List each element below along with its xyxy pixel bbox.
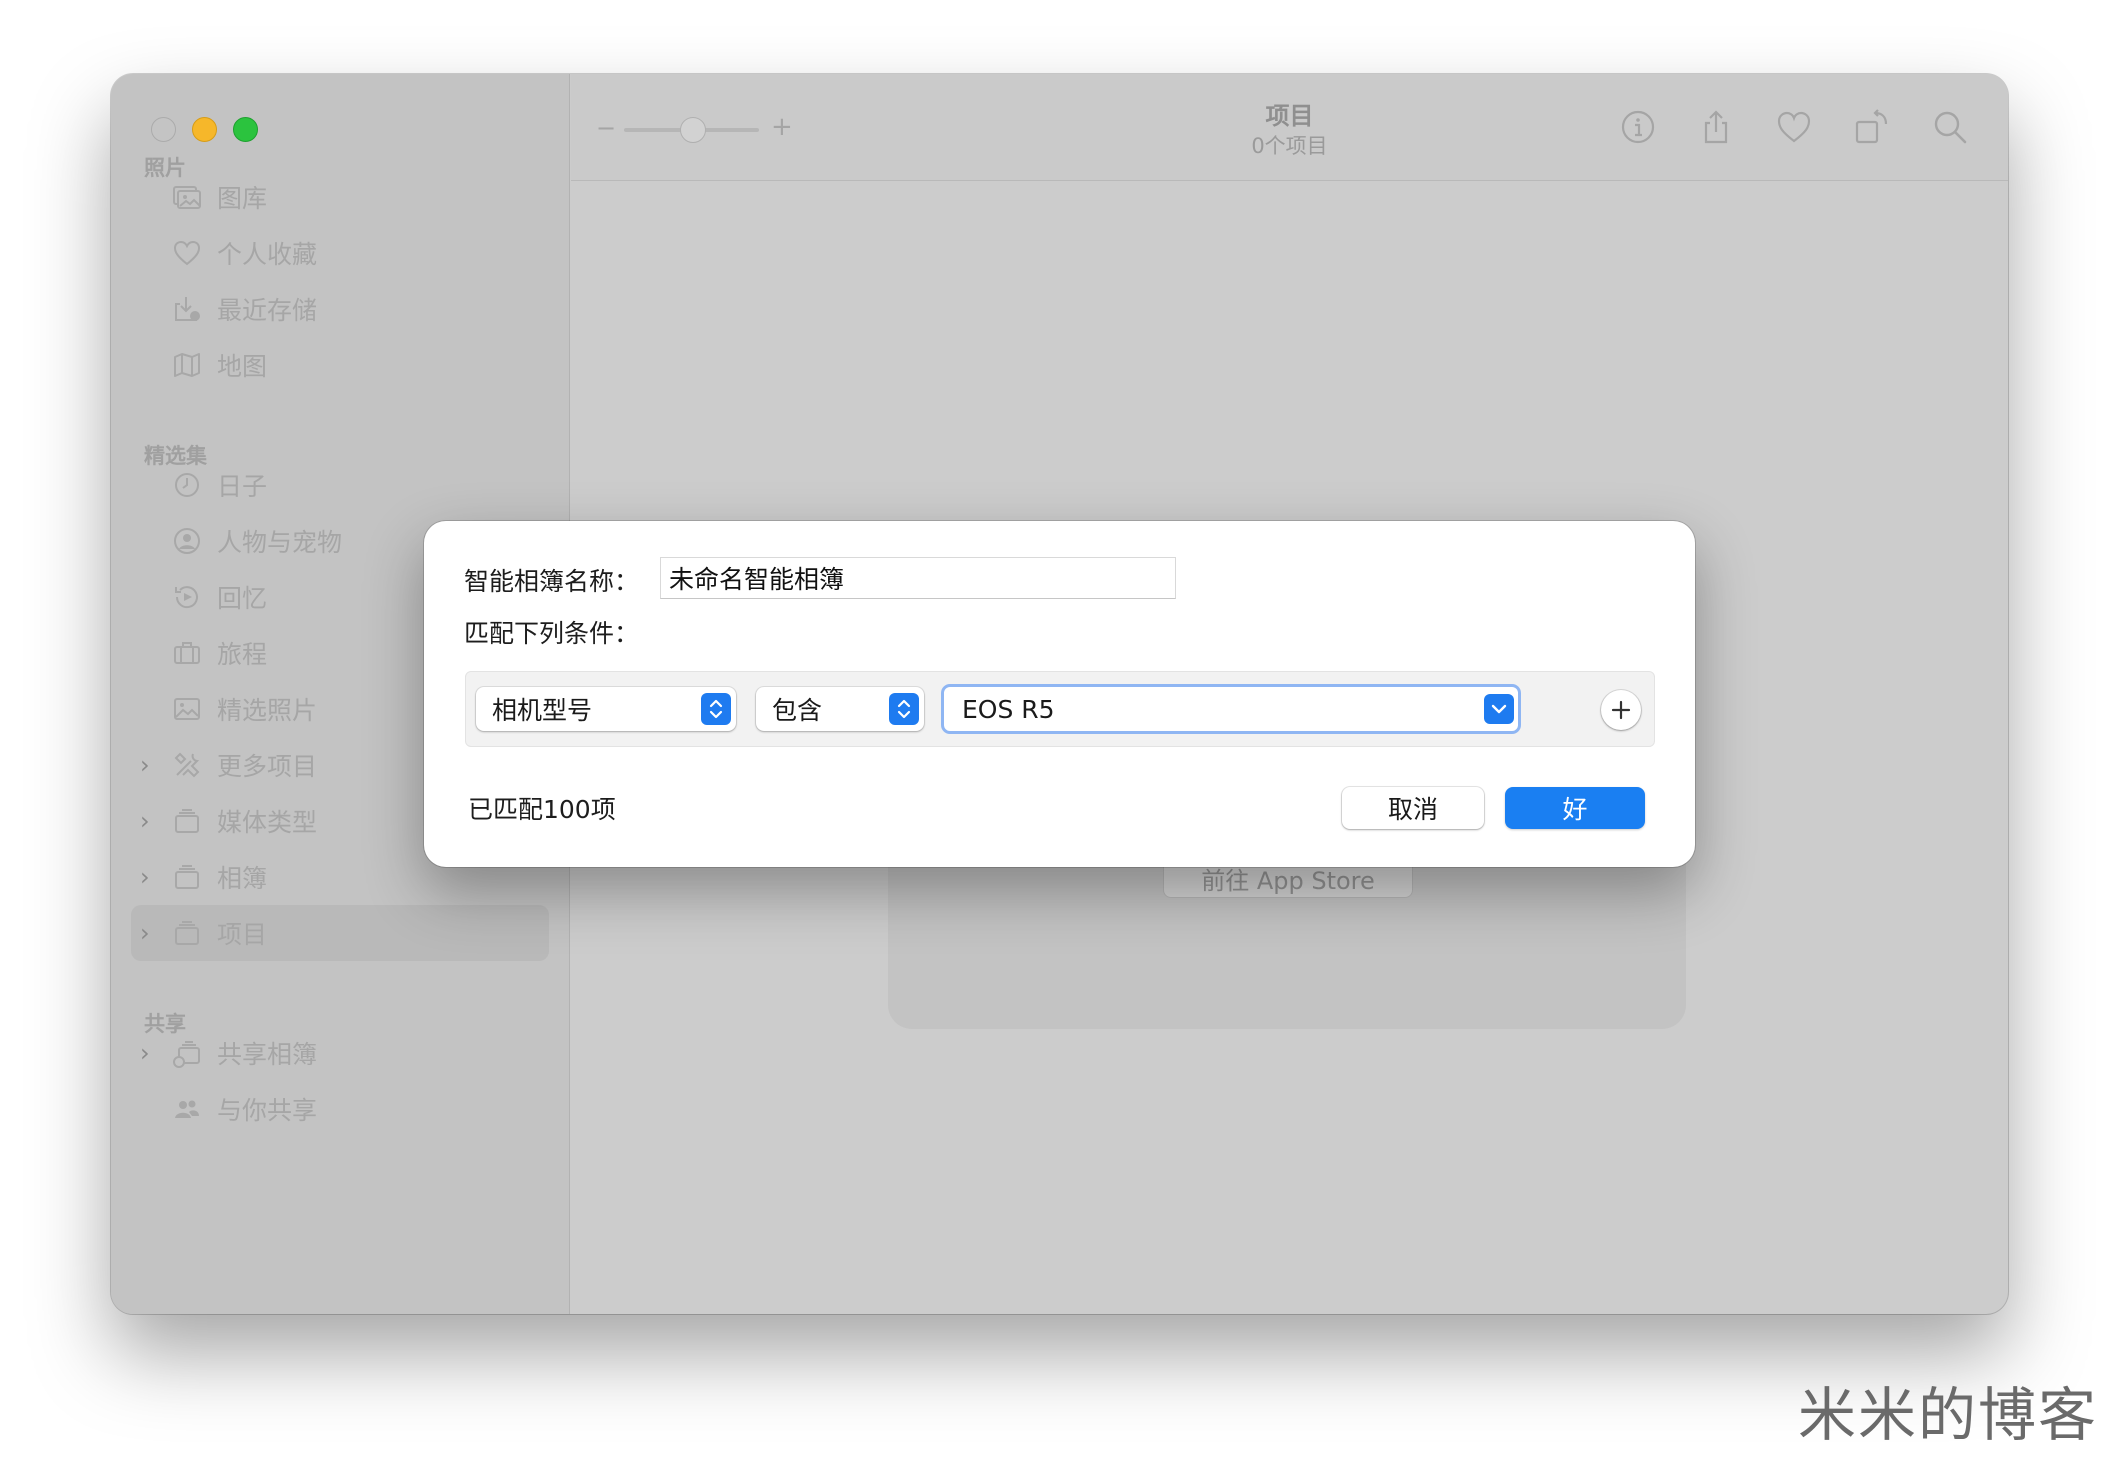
person-circle-icon	[171, 525, 203, 557]
cancel-button[interactable]: 取消	[1342, 787, 1484, 829]
sidebar-item-label: 共享相簿	[217, 1040, 318, 1069]
sidebar-item-map[interactable]: 地图	[131, 337, 549, 393]
field-popup[interactable]: 相机型号	[476, 687, 736, 731]
suitcase-icon	[171, 637, 203, 669]
chevron-right-icon[interactable]: ›	[140, 1041, 160, 1065]
rotate-icon[interactable]	[1852, 106, 1892, 148]
sidebar-item-label: 图库	[217, 184, 268, 213]
chevron-right-icon[interactable]: ›	[140, 753, 160, 777]
map-icon	[171, 349, 203, 381]
sidebar-item-label: 日子	[217, 472, 268, 501]
chevron-right-icon[interactable]: ›	[140, 865, 160, 889]
heart-icon	[171, 237, 203, 269]
operator-popup[interactable]: 包含	[756, 687, 924, 731]
info-icon[interactable]	[1618, 106, 1658, 148]
sidebar-item-shared-albums[interactable]: › 共享相簿	[131, 1025, 549, 1081]
criteria-row: 相机型号 包含 EOS R5	[465, 671, 1655, 747]
maximize-window-button[interactable]	[233, 117, 258, 142]
smart-album-dialog: 智能相簿名称： 匹配下列条件： 相机型号 包含 EOS R5 已匹配100项 取…	[424, 521, 1695, 867]
sidebar-item-label: 人物与宠物	[217, 528, 343, 557]
chevron-right-icon[interactable]: ›	[140, 809, 160, 833]
share-icon[interactable]	[1696, 106, 1736, 148]
shared-album-icon	[171, 1037, 203, 1069]
value-combobox[interactable]: EOS R5	[941, 684, 1521, 734]
plus-icon	[1611, 700, 1631, 720]
chevron-right-icon[interactable]: ›	[140, 921, 160, 945]
sidebar-item-favorites[interactable]: 个人收藏	[131, 225, 549, 281]
search-icon[interactable]	[1930, 106, 1970, 148]
sidebar-item-label: 媒体类型	[217, 808, 318, 837]
sidebar-item-projects[interactable]: › 项目	[131, 905, 549, 961]
sidebar-item-label: 与你共享	[217, 1096, 318, 1125]
minimize-window-button[interactable]	[192, 117, 217, 142]
stack-icon	[171, 805, 203, 837]
match-conditions-label: 匹配下列条件：	[464, 619, 640, 648]
sidebar-item-label: 更多项目	[217, 752, 318, 781]
sidebar-item-label: 地图	[217, 352, 268, 381]
sidebar-item-label: 个人收藏	[217, 240, 318, 269]
memories-icon	[171, 581, 203, 613]
stack-icon	[171, 917, 203, 949]
photo-library-icon	[171, 181, 203, 213]
sidebar-item-label: 精选照片	[217, 696, 318, 725]
ok-button[interactable]: 好	[1505, 787, 1645, 829]
field-popup-value: 相机型号	[492, 696, 593, 725]
toolbar: − + 项目 0个项目	[571, 74, 2008, 181]
watermark: 米米的博客	[1797, 1381, 2098, 1449]
sidebar-item-label: 旅程	[217, 640, 268, 669]
stack-icon	[171, 861, 203, 893]
toolbar-actions	[1618, 106, 1970, 148]
featured-photo-icon	[171, 693, 203, 725]
sidebar-item-label: 相簿	[217, 864, 268, 893]
clock-icon	[171, 469, 203, 501]
sidebar-item-label: 项目	[217, 920, 268, 949]
album-name-input[interactable]	[660, 557, 1176, 599]
chevron-down-icon[interactable]	[1484, 694, 1514, 724]
close-window-button[interactable]	[151, 117, 176, 142]
stepper-icon	[701, 693, 731, 725]
stepper-icon	[889, 693, 919, 725]
album-name-label: 智能相簿名称：	[464, 567, 640, 596]
sidebar-item-label: 最近存储	[217, 296, 318, 325]
sidebar-item-days[interactable]: 日子	[131, 457, 549, 513]
window-controls	[151, 117, 258, 142]
shared-with-you-icon	[171, 1093, 203, 1125]
tools-icon	[171, 749, 203, 781]
operator-popup-value: 包含	[772, 696, 823, 725]
value-combobox-text: EOS R5	[962, 694, 1055, 724]
heart-icon[interactable]	[1774, 106, 1814, 148]
sidebar-item-library[interactable]: 图库	[131, 169, 549, 225]
sidebar-item-label: 回忆	[217, 584, 268, 613]
sidebar-item-recents[interactable]: 最近存储	[131, 281, 549, 337]
sidebar-item-shared-with-you[interactable]: 与你共享	[131, 1081, 549, 1137]
match-count: 已匹配100项	[468, 795, 616, 824]
add-condition-button[interactable]	[1601, 690, 1641, 730]
recent-import-icon	[171, 293, 203, 325]
